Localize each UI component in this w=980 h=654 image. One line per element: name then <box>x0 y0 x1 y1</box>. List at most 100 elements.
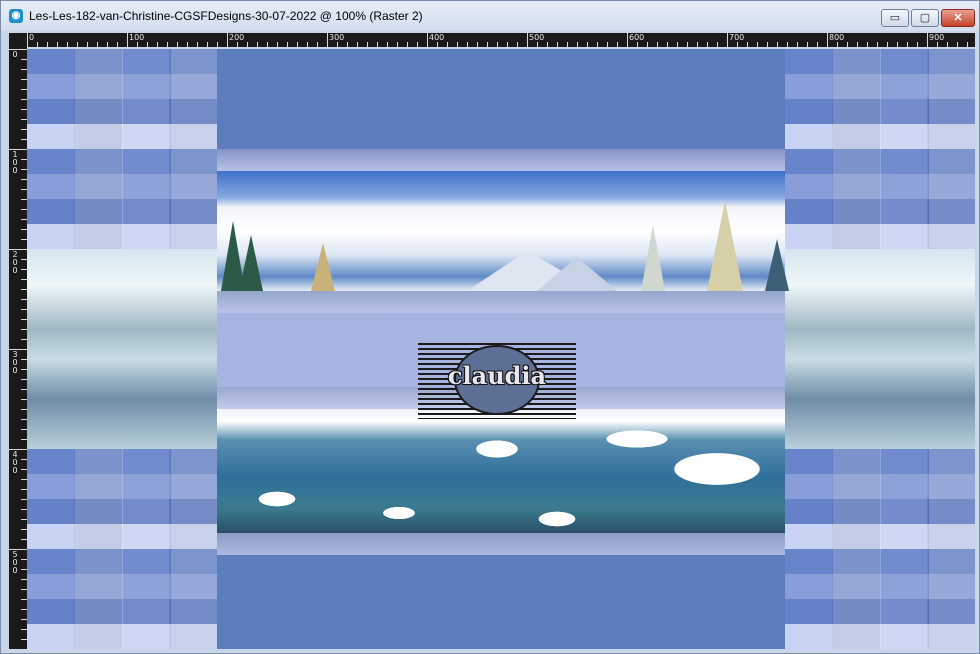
image-canvas[interactable]: claudia <box>27 49 975 649</box>
ruler-tick <box>217 42 218 47</box>
ruler-tick <box>807 42 808 47</box>
ruler-tick <box>497 42 498 47</box>
ruler-tick <box>27 33 28 47</box>
ruler-tick <box>227 33 228 47</box>
ruler-tick <box>87 42 88 47</box>
ruler-tick <box>657 42 658 47</box>
ruler-tick <box>867 42 868 47</box>
ruler-label: 300 <box>329 33 345 42</box>
ruler-tick <box>567 42 568 47</box>
ruler-tick <box>897 42 898 47</box>
ruler-tick <box>777 42 778 47</box>
ruler-tick <box>717 42 718 47</box>
ruler-tick <box>847 42 848 47</box>
ruler-tick <box>357 42 358 47</box>
ruler-tick <box>747 42 748 47</box>
ruler-tick <box>237 42 238 47</box>
ruler-label: 800 <box>829 33 845 42</box>
left-pattern-panel <box>27 49 217 649</box>
ruler-tick <box>647 42 648 47</box>
ruler-tick <box>187 42 188 47</box>
ruler-tick <box>467 42 468 47</box>
app-icon: ◉ <box>9 9 23 23</box>
ruler-tick <box>787 42 788 47</box>
ruler-tick <box>427 33 428 47</box>
ruler-tick <box>617 42 618 47</box>
horizontal-ruler[interactable]: 0 100 200 300 400 500 600 700 800 900 <box>9 33 975 47</box>
pine-tree <box>765 239 789 291</box>
top-strip <box>217 149 785 171</box>
close-button[interactable]: ✕ <box>941 9 975 27</box>
watermark-logo: claudia <box>418 343 576 419</box>
ruler-tick <box>317 42 318 47</box>
ruler-tick <box>417 42 418 47</box>
ruler-tick <box>907 42 908 47</box>
ruler-label: 0 <box>29 33 35 42</box>
ruler-label: 900 <box>929 33 945 42</box>
ruler-tick <box>527 33 528 47</box>
ruler-tick <box>687 42 688 47</box>
ruler-tick <box>537 42 538 47</box>
ruler-tick <box>927 33 928 47</box>
ruler-tick <box>737 42 738 47</box>
ruler-tick <box>947 42 948 47</box>
ruler-tick <box>9 149 27 150</box>
ruler-tick <box>117 42 118 47</box>
ruler-tick <box>407 42 408 47</box>
ruler-tick <box>267 42 268 47</box>
ruler-tick <box>677 42 678 47</box>
ruler-tick <box>397 42 398 47</box>
ruler-tick <box>597 42 598 47</box>
ruler-tick <box>377 42 378 47</box>
ruler-tick <box>667 42 668 47</box>
mountain-shape <box>537 257 617 291</box>
ruler-tick <box>297 42 298 47</box>
ruler-label: 100 <box>12 150 18 175</box>
ruler-tick <box>837 42 838 47</box>
ruler-tick <box>637 42 638 47</box>
ruler-tick <box>107 42 108 47</box>
ruler-tick <box>347 42 348 47</box>
pine-tree <box>641 225 665 291</box>
ruler-tick <box>457 42 458 47</box>
ruler-tick <box>877 42 878 47</box>
snowy-river-image <box>217 409 785 533</box>
ruler-tick <box>447 42 448 47</box>
ruler-tick <box>197 42 198 47</box>
ruler-tick <box>337 42 338 47</box>
window-title: Les-Les-182-van-Christine-CGSFDesigns-30… <box>29 9 423 23</box>
ruler-tick <box>767 42 768 47</box>
ruler-tick <box>9 449 27 450</box>
maximize-button[interactable]: ▢ <box>911 9 939 27</box>
reflection-strip <box>217 291 785 313</box>
ruler-tick <box>9 49 27 50</box>
ruler-tick <box>77 42 78 47</box>
right-mist-band <box>785 249 975 449</box>
ruler-label: 600 <box>629 33 645 42</box>
ruler-tick <box>557 42 558 47</box>
title-bar[interactable]: ◉ Les-Les-182-van-Christine-CGSFDesigns-… <box>1 1 979 31</box>
ruler-tick <box>307 42 308 47</box>
ruler-tick <box>9 349 27 350</box>
ruler-tick <box>97 42 98 47</box>
vertical-ruler[interactable]: 0 100 200 300 400 500 <box>9 47 27 649</box>
ruler-tick <box>207 42 208 47</box>
ruler-tick <box>757 42 758 47</box>
winter-mountain-image <box>217 171 789 291</box>
ruler-tick <box>437 42 438 47</box>
minimize-button[interactable]: ▭ <box>881 9 909 27</box>
bottom-strip <box>217 533 785 555</box>
ruler-label: 500 <box>529 33 545 42</box>
ruler-tick <box>577 42 578 47</box>
ruler-tick <box>37 42 38 47</box>
ruler-tick <box>137 42 138 47</box>
ruler-tick <box>827 33 828 47</box>
ruler-tick <box>247 42 248 47</box>
ruler-tick <box>277 42 278 47</box>
ruler-tick <box>9 549 27 550</box>
ruler-tick <box>367 42 368 47</box>
ruler-tick <box>257 42 258 47</box>
ruler-tick <box>477 42 478 47</box>
ruler-label: 700 <box>729 33 745 42</box>
logo-text: claudia <box>447 361 547 390</box>
